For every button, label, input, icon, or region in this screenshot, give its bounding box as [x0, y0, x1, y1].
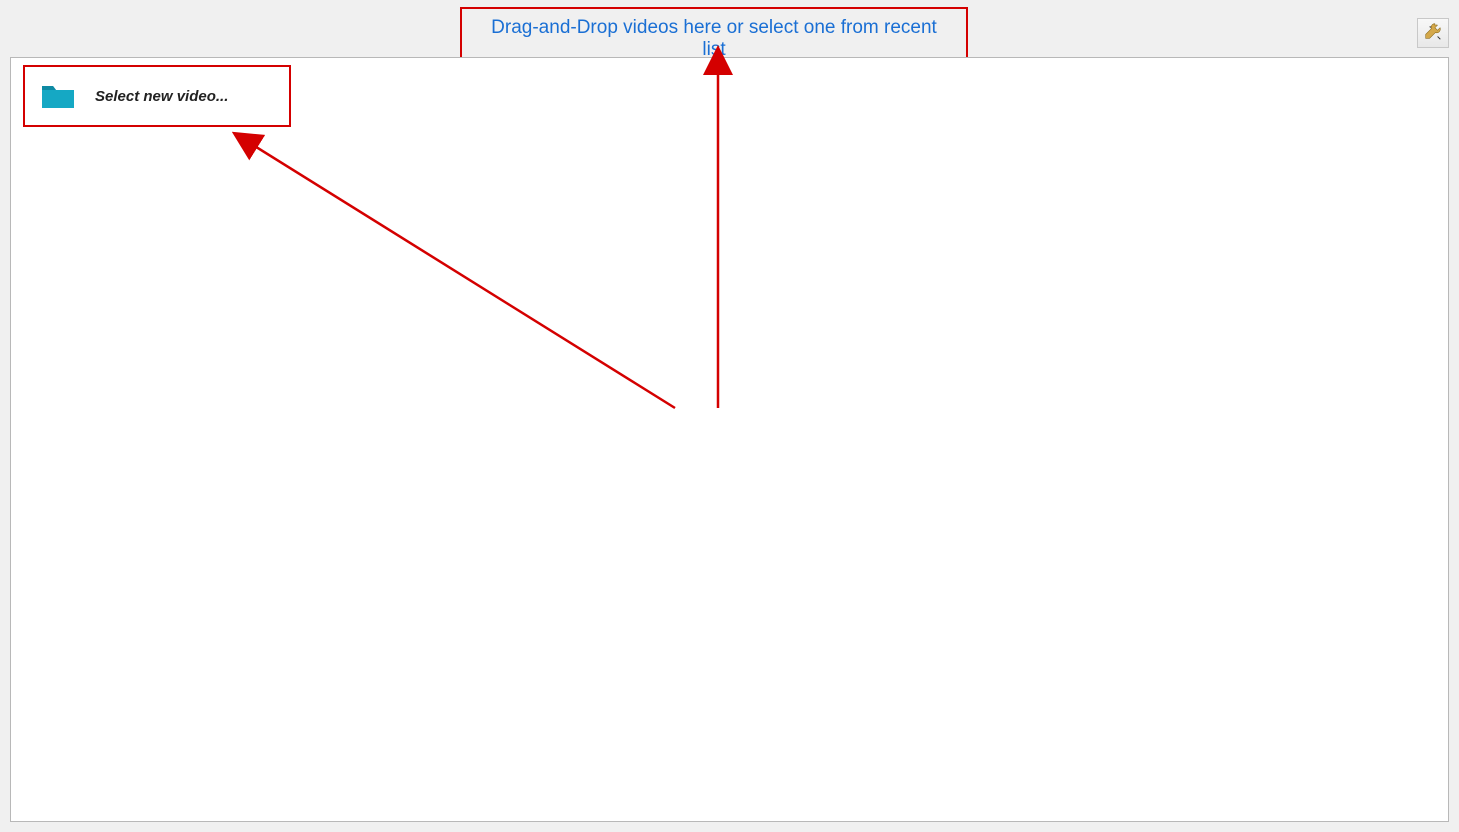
- main-drop-area[interactable]: Select new video...: [10, 57, 1449, 822]
- select-video-label: Select new video...: [95, 88, 228, 105]
- settings-button[interactable]: [1417, 18, 1449, 48]
- folder-icon: [41, 83, 75, 109]
- select-new-video-button[interactable]: Select new video...: [23, 65, 291, 127]
- wrench-icon: [1422, 20, 1444, 47]
- top-bar: Drag-and-Drop videos here or select one …: [0, 0, 1459, 57]
